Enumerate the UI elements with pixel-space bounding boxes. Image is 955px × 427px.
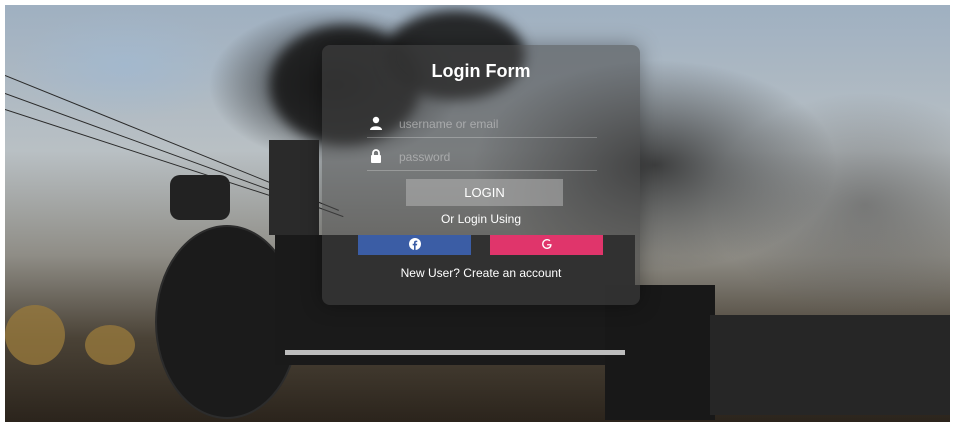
- username-field-row: [367, 111, 597, 138]
- locomotive-headlight: [170, 175, 230, 220]
- username-input[interactable]: [397, 113, 596, 135]
- login-button[interactable]: LOGIN: [406, 179, 563, 206]
- or-login-using-text: Or Login Using: [440, 212, 522, 226]
- tree: [5, 305, 65, 365]
- user-icon: [369, 116, 383, 130]
- facebook-login-button[interactable]: [358, 235, 471, 255]
- background-photo: Login Form LOGIN Or Login Using: [5, 5, 950, 422]
- rail-stripe: [285, 350, 625, 355]
- train-car: [710, 315, 950, 415]
- create-account-link[interactable]: New User? Create an account: [322, 266, 640, 280]
- tree: [85, 325, 135, 365]
- form-title: Login Form: [431, 61, 531, 81]
- lock-icon: [369, 149, 383, 163]
- password-field-row: [367, 144, 597, 171]
- password-input[interactable]: [397, 146, 596, 168]
- locomotive-chimney: [269, 140, 319, 235]
- facebook-icon: [408, 237, 421, 253]
- google-icon: [541, 238, 553, 253]
- login-form-panel: Login Form LOGIN Or Login Using: [322, 45, 640, 305]
- google-login-button[interactable]: [490, 235, 603, 255]
